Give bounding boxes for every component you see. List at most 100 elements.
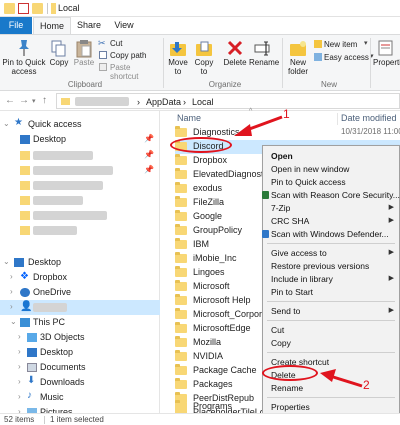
- copy-to-button[interactable]: Copy to: [192, 37, 216, 77]
- menu-item-pin-start[interactable]: Pin to Start: [263, 286, 400, 299]
- chevron-right-icon[interactable]: ›: [10, 287, 13, 296]
- tab-file[interactable]: File: [0, 17, 32, 34]
- nav-redacted-item[interactable]: [0, 193, 160, 208]
- easy-access-button[interactable]: Easy access ▾: [314, 52, 376, 63]
- nav-redacted-item[interactable]: 📌: [0, 148, 160, 163]
- sort-caret-icon: ^: [249, 108, 253, 115]
- chevron-right-icon[interactable]: ›: [10, 272, 13, 281]
- nav-user-folder[interactable]: › 👤: [0, 300, 160, 315]
- checkbox-icon[interactable]: [18, 3, 29, 14]
- chevron-right-icon[interactable]: ›: [10, 302, 13, 311]
- cut-button[interactable]: ✂ Cut: [98, 38, 158, 49]
- back-arrow-icon[interactable]: ←: [5, 95, 15, 106]
- easy-access-label: Easy access: [324, 53, 369, 62]
- move-to-button[interactable]: Move to: [166, 37, 190, 77]
- chevron-down-icon[interactable]: ⌄: [3, 257, 10, 266]
- chevron-down-icon[interactable]: ⌄: [10, 317, 17, 326]
- nav-desktop-pinned[interactable]: Desktop 📌: [0, 132, 160, 147]
- copy-label: Copy: [49, 58, 69, 67]
- nav-downloads[interactable]: › ⬇ Downloads: [0, 375, 160, 390]
- folder-icon: [20, 151, 30, 160]
- tab-home[interactable]: Home: [33, 17, 71, 34]
- nav-redacted-item[interactable]: 📌: [0, 163, 160, 178]
- column-divider: [337, 113, 338, 125]
- menu-item-7zip[interactable]: 7-Zip ▶: [263, 202, 400, 215]
- chevron-right-icon[interactable]: ›: [18, 377, 21, 386]
- nav-3d-objects[interactable]: › 3D Objects: [0, 330, 160, 345]
- folder-icon: [20, 211, 30, 220]
- menu-item-open-new-window[interactable]: Open in new window: [263, 163, 400, 176]
- menu-item-restore-versions[interactable]: Restore previous versions: [263, 260, 400, 273]
- nav-desktop-root[interactable]: ⌄ Desktop: [0, 255, 160, 270]
- menu-item-scan-reason[interactable]: Scan with Reason Core Security...: [262, 189, 400, 202]
- column-header-name[interactable]: Name: [177, 113, 201, 123]
- tab-view[interactable]: View: [108, 17, 140, 34]
- rename-button[interactable]: Rename: [249, 37, 280, 77]
- menu-separator: [267, 320, 395, 321]
- menu-item-pin-quick-access[interactable]: Pin to Quick access: [263, 176, 400, 189]
- folder-icon: [175, 280, 187, 291]
- nav-music[interactable]: › ♪ Music: [0, 390, 160, 405]
- menu-item-copy[interactable]: Copy: [263, 337, 400, 350]
- breadcrumb-appdata[interactable]: AppData: [146, 97, 181, 107]
- pin-icon: 📌: [144, 134, 154, 143]
- menu-item-rename[interactable]: Rename: [263, 382, 400, 395]
- chevron-right-icon: ▶: [388, 307, 394, 314]
- nav-redacted-item[interactable]: [0, 178, 160, 193]
- menu-item-label: Give access to: [271, 248, 327, 258]
- nav-documents[interactable]: › Documents: [0, 360, 160, 375]
- chevron-down-icon[interactable]: ⌄: [3, 119, 10, 128]
- breadcrumb-local[interactable]: Local: [192, 97, 214, 107]
- nav-redacted-item[interactable]: [0, 208, 160, 223]
- menu-item-open[interactable]: Open: [263, 150, 400, 163]
- delete-button[interactable]: Delete: [222, 37, 248, 77]
- nav-quick-access[interactable]: ⌄ ★ Quick access: [0, 117, 160, 132]
- chevron-right-icon[interactable]: ›: [18, 332, 21, 341]
- folder-icon[interactable]: [32, 3, 43, 14]
- nav-desktop-label: Desktop: [33, 134, 67, 144]
- new-item-button[interactable]: New item ▾: [314, 39, 370, 50]
- copy-button[interactable]: Copy: [47, 37, 71, 77]
- nav-desktop-pc[interactable]: › Desktop: [0, 345, 160, 360]
- menu-item-crc-sha[interactable]: CRC SHA ▶: [263, 215, 400, 228]
- menu-item-include-library[interactable]: Include in library ▶: [263, 273, 400, 286]
- folder-icon: [175, 350, 187, 361]
- properties-button[interactable]: Properties: [372, 37, 400, 77]
- chevron-right-icon[interactable]: ›: [18, 362, 21, 371]
- new-folder-button[interactable]: New folder: [284, 37, 312, 77]
- delete-x-icon: [227, 40, 243, 56]
- up-arrow-icon[interactable]: ↑: [42, 95, 47, 106]
- nav-redacted-item[interactable]: [0, 223, 160, 238]
- download-arrow-icon: ⬇: [27, 375, 36, 386]
- menu-item-label: Include in library: [271, 274, 333, 284]
- file-name: Mozilla: [193, 337, 222, 347]
- ribbon-tabs: File Home Share View: [0, 17, 400, 34]
- menu-item-send-to[interactable]: Send to ▶: [263, 305, 400, 318]
- file-row[interactable]: Programs: [175, 400, 262, 414]
- user-icon: 👤: [20, 301, 33, 312]
- menu-item-label: Pin to Start: [271, 287, 314, 297]
- tab-share[interactable]: Share: [72, 17, 106, 34]
- nav-this-pc[interactable]: ⌄ This PC: [0, 315, 160, 330]
- rename-label: Rename: [249, 58, 280, 67]
- paste-shortcut-button[interactable]: Paste shortcut: [98, 62, 160, 81]
- copy-path-button[interactable]: Copy path: [98, 50, 158, 61]
- forward-arrow-icon[interactable]: →: [19, 95, 29, 106]
- cut-label: Cut: [110, 39, 123, 48]
- pin-quick-access-button[interactable]: Pin to Quick access: [2, 37, 46, 77]
- chevron-down-icon[interactable]: ▾: [32, 97, 36, 105]
- column-header-date-modified[interactable]: Date modified: [341, 113, 397, 123]
- chevron-right-icon[interactable]: ›: [18, 392, 21, 401]
- file-name: Microsoft_Corpor: [193, 309, 263, 319]
- chevron-right-icon[interactable]: ›: [18, 347, 21, 356]
- nav-onedrive[interactable]: › OneDrive: [0, 285, 160, 300]
- menu-item-give-access[interactable]: Give access to ▶: [263, 247, 400, 260]
- folder-icon: [175, 322, 187, 333]
- paste-button[interactable]: Paste: [72, 37, 96, 77]
- address-path[interactable]: › AppData › Local: [56, 93, 400, 109]
- breadcrumb-separator: ›: [137, 97, 140, 107]
- chevron-right-icon: ▶: [388, 249, 394, 256]
- nav-dropbox[interactable]: › ❖ Dropbox: [0, 270, 160, 285]
- menu-item-scan-defender[interactable]: Scan with Windows Defender...: [262, 228, 400, 241]
- menu-item-cut[interactable]: Cut: [263, 324, 400, 337]
